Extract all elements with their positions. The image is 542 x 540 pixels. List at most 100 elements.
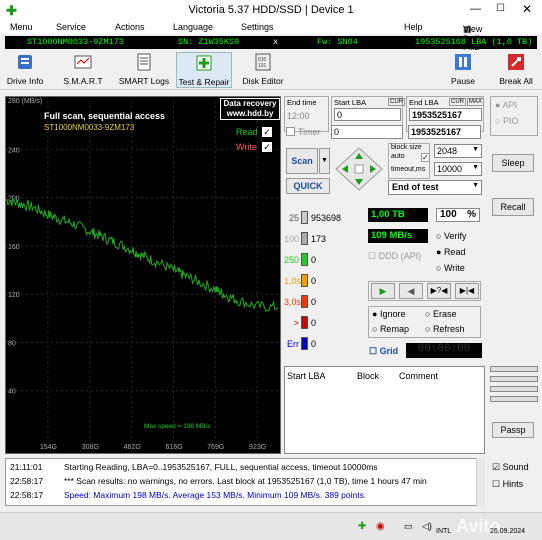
chevron-down-icon: ▼ <box>472 146 479 153</box>
log-scrollbar[interactable] <box>476 458 485 506</box>
test-repair-button[interactable]: Test & Repair <box>176 52 232 88</box>
smart-button[interactable]: S.M.A.R.T <box>60 52 106 88</box>
end-max-button[interactable]: MAX <box>467 98 485 106</box>
latency-count: 0 <box>311 339 317 349</box>
end-time-value[interactable]: 12:00 <box>287 111 310 121</box>
end-of-test-select[interactable]: End of test ▼ <box>388 180 482 195</box>
drive-info-button[interactable]: Drive Info <box>4 52 46 88</box>
erase-radio[interactable]: ○ Erase <box>425 309 456 319</box>
break-all-icon <box>508 54 524 70</box>
recall-button[interactable]: Recall <box>492 198 534 216</box>
end-lba-readout: 1953525167 <box>408 125 481 139</box>
auto-checkbox[interactable]: ✓ <box>421 153 430 162</box>
latency-count: 0 <box>311 276 317 286</box>
latency-row: 1,0s 0 <box>284 273 364 289</box>
menu-item-settings[interactable]: Settings <box>241 22 274 32</box>
skip-unknown-icon[interactable]: ▶?◀ <box>427 283 451 299</box>
latency-label: > <box>293 318 299 328</box>
maximize-button[interactable]: ☐ <box>496 3 505 14</box>
menu-item-service[interactable]: Service <box>56 22 86 32</box>
menu-bar: Menu Service Actions Language Settings H… <box>0 20 542 54</box>
end-lba-label: End LBA <box>409 98 439 107</box>
x-tick-label: 923G <box>249 444 266 451</box>
navigation-pad[interactable] <box>334 146 384 192</box>
percent-readout: 100% <box>436 208 480 222</box>
jump-end-icon[interactable]: ▶|◀ <box>455 283 479 299</box>
timeout-select[interactable]: 10000 ▼ <box>434 162 482 176</box>
ddd-checkbox[interactable]: ☐ DDD (API) <box>368 251 421 262</box>
repair-mode-group: ● Ignore ○ Erase ○ Remap ○ Refresh <box>368 306 481 338</box>
x-tick-label: 308G <box>82 444 99 451</box>
latency-row: 100 173 <box>284 231 364 247</box>
read-radio[interactable]: ● Read <box>436 247 465 257</box>
tray-date[interactable]: 26.09.2024 <box>490 528 525 535</box>
x-tick-label: 769G <box>207 444 224 451</box>
x-tick-label: 154G <box>40 444 57 451</box>
scan-dropdown-icon[interactable]: ▼ <box>319 148 330 174</box>
smart-logs-button[interactable]: SMART Logs <box>118 52 170 88</box>
latency-stats: 25 953698 100 173 250 0 1,0s 0 3,0s 0 >0 Err 0 <box>284 206 364 358</box>
grid-timer: 00:00:00 <box>406 343 482 358</box>
sound-checkbox[interactable]: ☑ Sound <box>492 462 529 473</box>
tray-app-icon[interactable]: ◉ <box>376 521 385 532</box>
timer-checkbox[interactable] <box>286 127 295 136</box>
menu-item-language[interactable]: Language <box>173 22 213 32</box>
graph-max-label: 280 (MB/s) <box>8 98 43 105</box>
pio-radio[interactable]: ○ PIO <box>495 116 518 126</box>
latency-swatch <box>301 337 308 350</box>
latency-label: Err <box>287 339 299 349</box>
api-radio[interactable]: ● API <box>495 100 517 110</box>
tray-victoria-icon[interactable]: ✚ <box>358 521 366 532</box>
refresh-radio[interactable]: ○ Refresh <box>425 324 464 334</box>
menu-item-actions[interactable]: Actions <box>115 22 145 32</box>
hints-checkbox[interactable]: ☐ Hints <box>492 479 523 490</box>
device-model: ST1000NM0033-9ZM173 <box>27 37 124 47</box>
latency-swatch <box>301 295 308 308</box>
device-serial: SN: Z1W35KS9 <box>178 37 240 47</box>
ignore-radio[interactable]: ● Ignore <box>372 309 405 319</box>
menu-item-menu[interactable]: Menu <box>10 22 33 32</box>
menu-item-help[interactable]: Help <box>404 22 423 32</box>
passp-button[interactable]: Passp <box>492 422 534 438</box>
latency-row: 3,0s 0 <box>284 294 364 310</box>
close-button[interactable]: ✕ <box>522 2 532 16</box>
block-size-select[interactable]: 2048 ▼ <box>434 144 482 158</box>
remap-radio[interactable]: ○ Remap <box>372 324 409 334</box>
y-tick-label: 120 <box>8 292 20 299</box>
disk-editor-icon: 010101 <box>255 53 271 71</box>
read-checkbox[interactable]: ✓ <box>262 127 272 137</box>
end-lba-input[interactable]: 1953525167 <box>409 108 482 121</box>
drive-info-icon <box>18 55 32 69</box>
size-readout: 1,00 TB <box>368 208 428 222</box>
write-checkbox[interactable]: ✓ <box>262 142 272 152</box>
tray-network-icon[interactable]: ▭ <box>404 521 413 532</box>
y-tick-label: 160 <box>8 244 20 251</box>
test-repair-icon <box>196 55 212 71</box>
start-cur-button[interactable]: CUR <box>388 98 405 106</box>
verify-radio[interactable]: ○ Verify <box>436 231 466 241</box>
break-all-button[interactable]: Break All <box>496 52 536 88</box>
latency-count: 173 <box>311 234 327 244</box>
end-cur-button[interactable]: CUR <box>449 98 466 106</box>
auto-label: auto <box>391 153 405 160</box>
scan-button[interactable]: Scan <box>286 148 318 174</box>
timer-input[interactable]: 0 <box>331 125 403 139</box>
tray-volume-icon[interactable]: ◁) <box>422 521 432 532</box>
start-lba-input[interactable]: 0 <box>334 108 401 121</box>
minimize-button[interactable]: — <box>470 3 481 15</box>
rewind-icon[interactable]: ◀ <box>399 283 423 299</box>
write-radio[interactable]: ○ Write <box>436 263 465 273</box>
sleep-button[interactable]: Sleep <box>492 154 534 172</box>
latency-row: 25 953698 <box>284 210 364 226</box>
grid-checkbox[interactable]: ☐ Grid <box>369 346 398 357</box>
x-tick-label: 616G <box>166 444 183 451</box>
disk-editor-button[interactable]: 010 101 Disk Editor <box>240 52 286 88</box>
quick-button[interactable]: QUICK <box>286 178 330 194</box>
latency-label: 25 <box>288 213 299 223</box>
start-lba-label: Start LBA <box>334 98 367 107</box>
chevron-down-icon: ▼ <box>472 182 479 189</box>
play-icon[interactable]: ▶ <box>371 283 395 299</box>
device-close-x[interactable]: x <box>273 37 278 47</box>
tray-lang[interactable]: INTL <box>436 528 451 535</box>
pause-button[interactable]: Pause <box>446 52 480 88</box>
